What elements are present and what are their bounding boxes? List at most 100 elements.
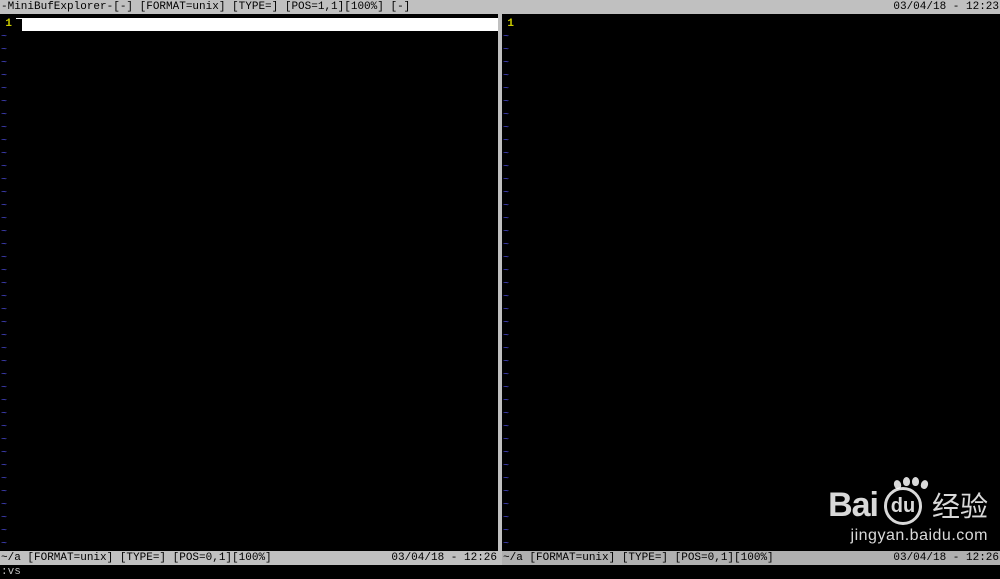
empty-line-tilde: ~ xyxy=(502,239,516,252)
empty-line-tilde: ~ xyxy=(0,57,14,70)
empty-line-tilde: ~ xyxy=(0,512,14,525)
empty-line-tilde: ~ xyxy=(502,213,516,226)
empty-line-tilde: ~ xyxy=(0,421,14,434)
empty-line-tilde: ~ xyxy=(0,122,14,135)
empty-line-tilde: ~ xyxy=(502,278,516,291)
status-path: ~/a [FORMAT=unix] [TYPE=] [POS=0,1][100%… xyxy=(503,551,774,565)
right-pane[interactable]: 1 ~~~~~~~~~~~~~~~~~~~~~~~~~~~~~~~~~~~~~~… xyxy=(502,14,1000,551)
line-number: 1 xyxy=(502,18,516,31)
empty-line-tilde: ~ xyxy=(502,174,516,187)
empty-line-tilde: ~ xyxy=(0,226,14,239)
cursor-caret xyxy=(16,19,22,31)
empty-line-tilde: ~ xyxy=(502,525,516,538)
empty-line-tilde: ~ xyxy=(0,83,14,96)
left-tildes: ~~~~~~~~~~~~~~~~~~~~~~~~~~~~~~~~~~~~~~~~ xyxy=(0,31,14,551)
command-line[interactable]: :vs xyxy=(0,565,1000,579)
empty-line-tilde: ~ xyxy=(502,395,516,408)
empty-line-tilde: ~ xyxy=(502,460,516,473)
empty-line-tilde: ~ xyxy=(502,434,516,447)
left-window-statusline: ~/a [FORMAT=unix] [TYPE=] [POS=0,1][100%… xyxy=(0,551,498,565)
empty-line-tilde: ~ xyxy=(0,252,14,265)
empty-line-tilde: ~ xyxy=(502,187,516,200)
empty-line-tilde: ~ xyxy=(0,200,14,213)
right-tildes: ~~~~~~~~~~~~~~~~~~~~~~~~~~~~~~~~~~~~~~~~ xyxy=(502,31,516,551)
split-container: 1 ~~~~~~~~~~~~~~~~~~~~~~~~~~~~~~~~~~~~~~… xyxy=(0,14,1000,551)
line-number: 1 xyxy=(0,18,14,31)
empty-line-tilde: ~ xyxy=(0,31,14,44)
empty-line-tilde: ~ xyxy=(0,473,14,486)
right-cursorline[interactable] xyxy=(518,18,1000,31)
empty-line-tilde: ~ xyxy=(502,304,516,317)
empty-line-tilde: ~ xyxy=(0,434,14,447)
empty-line-tilde: ~ xyxy=(0,369,14,382)
empty-line-tilde: ~ xyxy=(0,304,14,317)
empty-line-tilde: ~ xyxy=(502,356,516,369)
right-window-statusline: ~/a [FORMAT=unix] [TYPE=] [POS=0,1][100%… xyxy=(502,551,1000,565)
empty-line-tilde: ~ xyxy=(502,109,516,122)
empty-line-tilde: ~ xyxy=(0,44,14,57)
empty-line-tilde: ~ xyxy=(502,135,516,148)
minibuf-statusline: -MiniBufExplorer-[-] [FORMAT=unix] [TYPE… xyxy=(0,0,1000,14)
empty-line-tilde: ~ xyxy=(502,31,516,44)
empty-line-tilde: ~ xyxy=(0,213,14,226)
empty-line-tilde: ~ xyxy=(502,291,516,304)
empty-line-tilde: ~ xyxy=(0,538,14,551)
empty-line-tilde: ~ xyxy=(0,408,14,421)
empty-line-tilde: ~ xyxy=(502,317,516,330)
window-statusline-row: ~/a [FORMAT=unix] [TYPE=] [POS=0,1][100%… xyxy=(0,551,1000,565)
empty-line-tilde: ~ xyxy=(502,226,516,239)
empty-line-tilde: ~ xyxy=(0,382,14,395)
empty-line-tilde: ~ xyxy=(0,499,14,512)
empty-line-tilde: ~ xyxy=(0,343,14,356)
empty-line-tilde: ~ xyxy=(0,70,14,83)
empty-line-tilde: ~ xyxy=(502,486,516,499)
empty-line-tilde: ~ xyxy=(0,239,14,252)
empty-line-tilde: ~ xyxy=(502,343,516,356)
empty-line-tilde: ~ xyxy=(0,278,14,291)
empty-line-tilde: ~ xyxy=(0,395,14,408)
left-cursorline[interactable] xyxy=(16,18,498,31)
empty-line-tilde: ~ xyxy=(0,265,14,278)
empty-line-tilde: ~ xyxy=(0,356,14,369)
empty-line-tilde: ~ xyxy=(502,369,516,382)
empty-line-tilde: ~ xyxy=(0,187,14,200)
empty-line-tilde: ~ xyxy=(0,330,14,343)
empty-line-tilde: ~ xyxy=(502,70,516,83)
empty-line-tilde: ~ xyxy=(502,83,516,96)
empty-line-tilde: ~ xyxy=(502,148,516,161)
empty-line-tilde: ~ xyxy=(0,447,14,460)
empty-line-tilde: ~ xyxy=(502,122,516,135)
empty-line-tilde: ~ xyxy=(502,161,516,174)
empty-line-tilde: ~ xyxy=(0,486,14,499)
empty-line-tilde: ~ xyxy=(502,265,516,278)
empty-line-tilde: ~ xyxy=(502,252,516,265)
command-text: :vs xyxy=(1,565,21,579)
empty-line-tilde: ~ xyxy=(0,161,14,174)
empty-line-tilde: ~ xyxy=(0,174,14,187)
empty-line-tilde: ~ xyxy=(502,499,516,512)
empty-line-tilde: ~ xyxy=(0,109,14,122)
status-time: 03/04/18 - 12:26 xyxy=(391,551,497,565)
empty-line-tilde: ~ xyxy=(502,57,516,70)
empty-line-tilde: ~ xyxy=(502,421,516,434)
empty-line-tilde: ~ xyxy=(502,473,516,486)
empty-line-tilde: ~ xyxy=(502,330,516,343)
status-path: ~/a [FORMAT=unix] [TYPE=] [POS=0,1][100%… xyxy=(1,551,272,565)
empty-line-tilde: ~ xyxy=(0,135,14,148)
empty-line-tilde: ~ xyxy=(0,96,14,109)
left-pane[interactable]: 1 ~~~~~~~~~~~~~~~~~~~~~~~~~~~~~~~~~~~~~~… xyxy=(0,14,498,551)
empty-line-tilde: ~ xyxy=(502,512,516,525)
empty-line-tilde: ~ xyxy=(502,200,516,213)
empty-line-tilde: ~ xyxy=(502,538,516,551)
empty-line-tilde: ~ xyxy=(502,382,516,395)
minibuf-status-right: 03/04/18 - 12:23 xyxy=(893,0,999,14)
empty-line-tilde: ~ xyxy=(0,291,14,304)
empty-line-tilde: ~ xyxy=(0,148,14,161)
empty-line-tilde: ~ xyxy=(0,525,14,538)
empty-line-tilde: ~ xyxy=(502,44,516,57)
empty-line-tilde: ~ xyxy=(502,96,516,109)
minibuf-status-left: -MiniBufExplorer-[-] [FORMAT=unix] [TYPE… xyxy=(1,0,410,14)
empty-line-tilde: ~ xyxy=(502,408,516,421)
empty-line-tilde: ~ xyxy=(0,317,14,330)
empty-line-tilde: ~ xyxy=(0,460,14,473)
